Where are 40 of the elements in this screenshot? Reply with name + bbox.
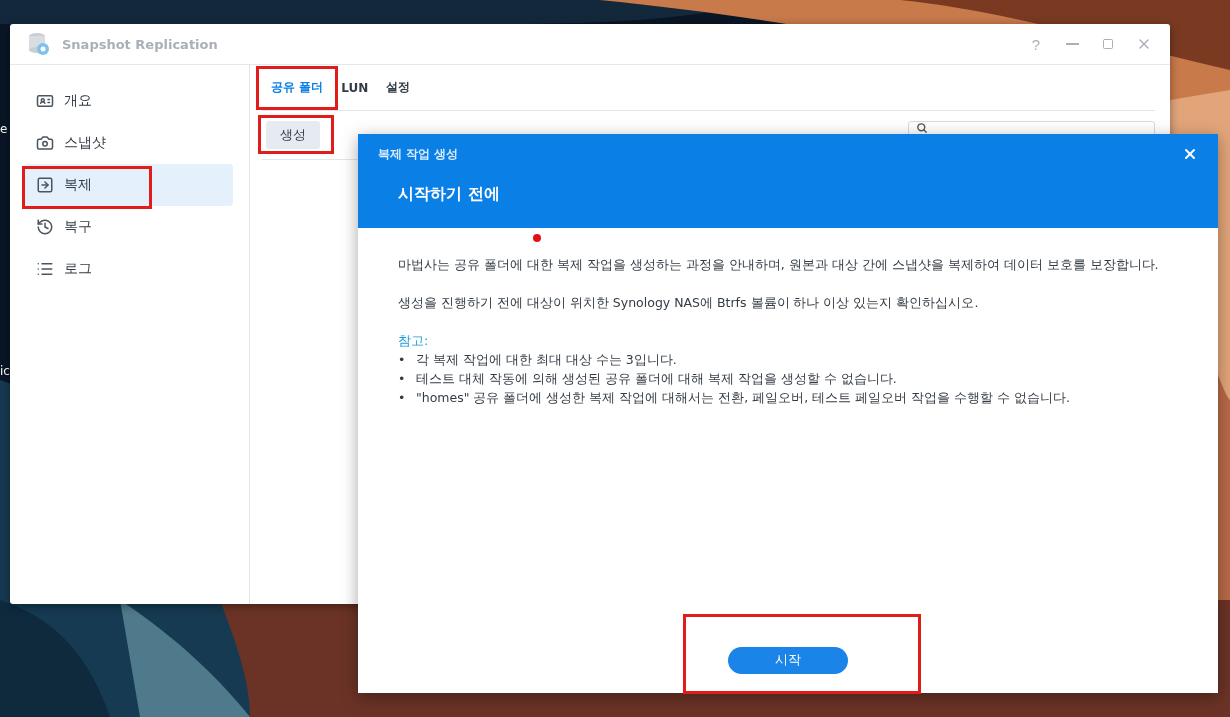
start-button[interactable]: 시작 <box>728 646 848 674</box>
desktop-icon-label[interactable]: e <box>0 122 8 136</box>
sidebar-label: 스냅샷 <box>64 134 106 152</box>
sidebar-label: 복구 <box>64 218 92 236</box>
sidebar-item[interactable]: 개요 <box>24 80 233 122</box>
sidebar-label: 로그 <box>64 260 92 278</box>
note-item: "homes" 공유 폴더에 생성한 복제 작업에 대해서는 전환, 페일오버, 테스트 페일오버 작업을 수행할 수 없습니다. <box>416 389 1070 407</box>
bullet: • <box>398 351 406 369</box>
bullet: • <box>398 389 406 407</box>
paragraph: 생성을 진행하기 전에 대상이 위치한 Synology NAS에 Btrfs 볼륨이 하나 이상 있는지 확인하십시오. <box>398 294 980 312</box>
create-button[interactable]: 생성 <box>266 121 320 149</box>
sidebar-item[interactable]: 복제 <box>24 164 233 206</box>
dialog-heading: 시작하기 전에 <box>397 184 501 205</box>
snapshot-icon <box>36 134 54 152</box>
pointer-dot <box>533 234 541 242</box>
log-icon <box>36 260 54 278</box>
note-item: 각 복제 작업에 대한 최대 대상 수는 3입니다. <box>416 351 677 369</box>
maximize-icon <box>1102 38 1114 50</box>
note-label: 참고: <box>398 332 430 350</box>
app-icon <box>28 32 50 56</box>
dialog-title: 복제 작업 생성 <box>378 145 459 163</box>
overview-icon <box>36 92 54 110</box>
tab[interactable]: LUN <box>332 71 378 104</box>
sidebar-item[interactable]: 스냅샷 <box>24 122 233 164</box>
minimize-icon <box>1065 43 1079 45</box>
sidebar-label: 복제 <box>64 176 92 194</box>
paragraph: 마법사는 공유 폴더에 대한 복제 작업을 생성하는 과정을 안내하며, 원본과 대상 간에 스냅샷을 복제하여 데이터 보호를 보장합니다. <box>398 256 1160 274</box>
search-icon <box>917 123 927 133</box>
bullet: • <box>398 370 406 388</box>
window-title: Snapshot Replication <box>62 36 219 52</box>
sidebar-label: 개요 <box>64 92 92 110</box>
desktop-icon-label[interactable]: ic <box>0 364 10 378</box>
tab[interactable]: 공유 폴더 <box>262 71 333 104</box>
close-button[interactable] <box>1182 146 1198 162</box>
note-item: 테스트 대체 작동에 의해 생성된 공유 폴더에 대해 복제 작업을 생성할 수 없습니다. <box>416 370 897 388</box>
sidebar-item[interactable]: 복구 <box>24 206 233 248</box>
sidebar-item[interactable]: 로그 <box>24 248 233 290</box>
replication-icon <box>36 176 54 194</box>
tab[interactable]: 설정 <box>377 71 420 104</box>
recovery-icon <box>36 218 54 236</box>
